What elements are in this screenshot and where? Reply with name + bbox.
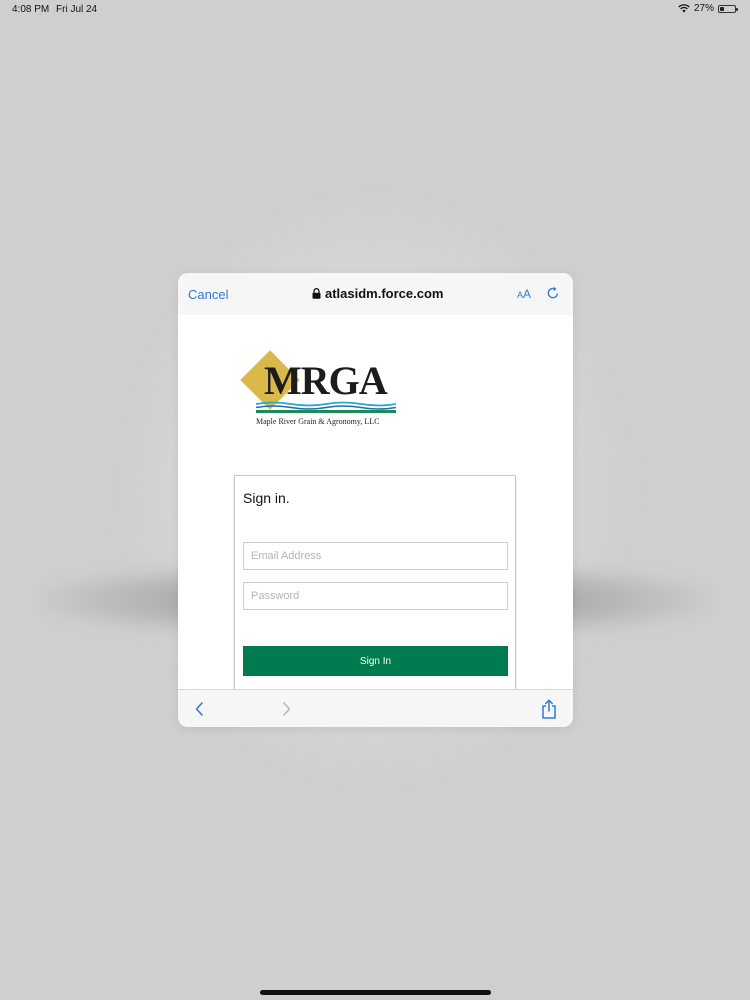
mrga-logo: MRGA Maple River Grain & Agronomy, LLC [240, 350, 400, 433]
lock-icon [312, 288, 321, 299]
wifi-icon [678, 4, 690, 13]
battery-icon [718, 4, 738, 13]
cancel-button[interactable]: Cancel [188, 287, 228, 302]
text-size-large-label: A [523, 287, 532, 301]
chevron-right-icon [283, 702, 291, 716]
home-indicator[interactable] [260, 990, 491, 995]
status-bar: 4:08 PM Fri Jul 24 27% [0, 0, 750, 18]
browser-sheet: Cancel atlasidm.force.com AA MRGA Maple … [178, 273, 573, 727]
signin-card: Sign in. Sign In [234, 475, 516, 715]
url-text: atlasidm.force.com [325, 286, 444, 301]
text-size-button[interactable]: AA [517, 287, 531, 301]
logo-tagline: Maple River Grain & Agronomy, LLC [256, 417, 380, 426]
browser-toolbar [178, 689, 573, 727]
logo-name: MRGA [264, 358, 388, 403]
battery-fill [720, 6, 724, 11]
chevron-left-icon[interactable] [194, 701, 204, 717]
battery-percent: 27% [693, 3, 714, 14]
sign-in-button[interactable]: Sign In [243, 646, 508, 676]
address-bar[interactable]: atlasidm.force.com [312, 286, 444, 301]
status-indicators: 27% [678, 3, 738, 14]
status-date: Fri Jul 24 [56, 4, 98, 15]
email-field[interactable] [243, 542, 508, 570]
logo-waves-icon [256, 401, 396, 413]
share-icon[interactable] [541, 699, 557, 719]
signin-heading: Sign in. [243, 490, 290, 506]
browser-header: Cancel atlasidm.force.com AA [178, 273, 573, 316]
web-content: MRGA Maple River Grain & Agronomy, LLC S… [178, 315, 573, 715]
reload-icon[interactable] [546, 286, 560, 300]
status-time: 4:08 PM [12, 4, 50, 15]
password-field[interactable] [243, 582, 508, 610]
